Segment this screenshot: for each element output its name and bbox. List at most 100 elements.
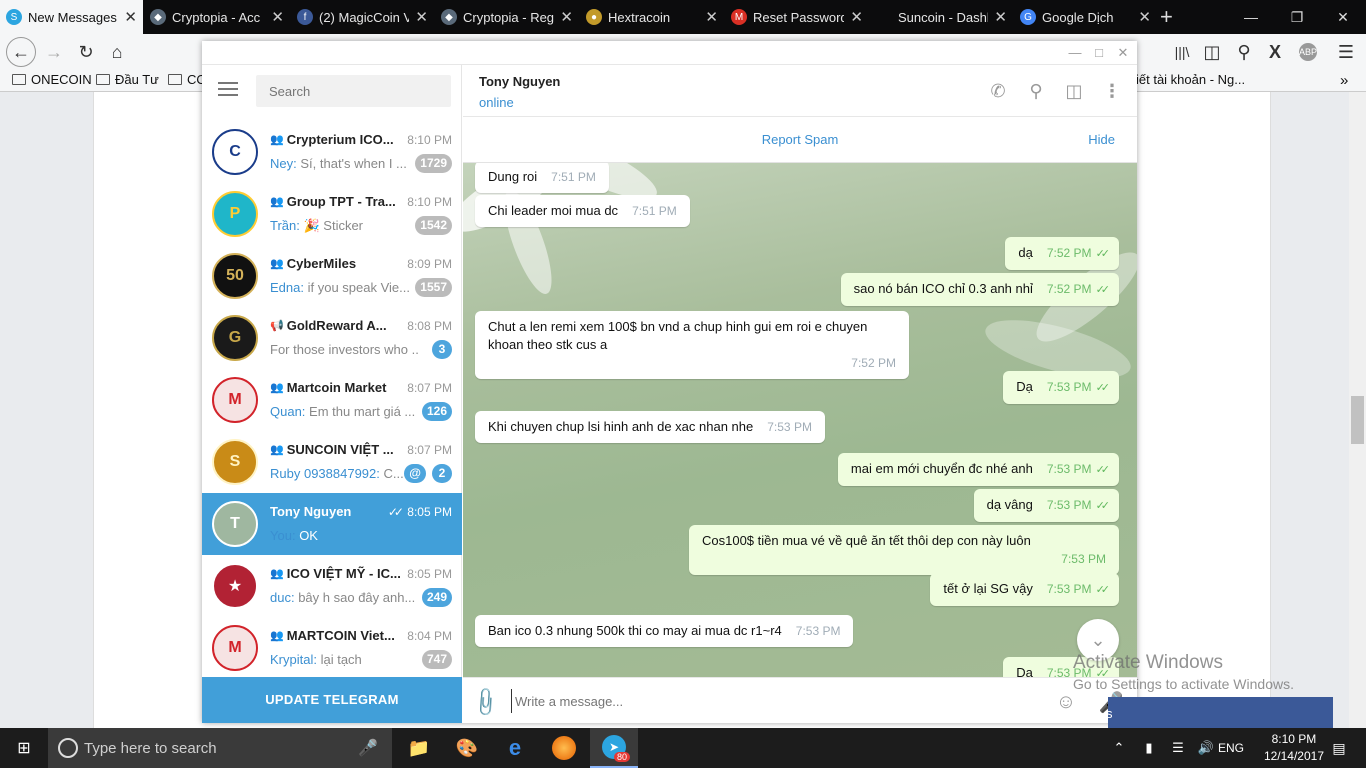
browser-tab[interactable]: M Reset Password ✕ [725, 0, 869, 34]
notifications-icon[interactable]: ▤ [1322, 728, 1356, 768]
wifi-icon[interactable]: ☰ [1164, 728, 1192, 768]
message-bubble[interactable]: Khi chuyen chup lsi hinh anh de xac nhan… [475, 411, 825, 443]
chat-list-item[interactable]: M 👥 MARTCOIN Viet... 8:04 PM Krypital: lại t… [202, 617, 462, 679]
chat-list-item[interactable]: C 👥 Crypterium ICO... 8:10 PM Ney: Sí, that'… [202, 121, 462, 183]
paint-icon[interactable]: 🎨 [443, 728, 491, 768]
tab-close-icon[interactable]: ✕ [994, 8, 1007, 26]
microphone-icon[interactable]: 🎤 [358, 738, 378, 758]
chat-list-item[interactable]: T Tony Nguyen ✓✓ 8:05 PM You: OK [202, 493, 462, 555]
message-bubble[interactable]: Cos100$ tiền mua vé về quê ăn tết thôi d… [689, 525, 1119, 575]
chat-time: 8:09 PM [407, 257, 452, 271]
chat-name-text: CyberMiles [286, 256, 357, 271]
bookmark-dau-tu[interactable]: Đầu Tư [96, 72, 159, 87]
show-hidden-icons[interactable]: ⌃ [1105, 728, 1133, 768]
chat-sender: Ruby 0938847992: [270, 466, 380, 481]
attach-icon[interactable]: 📎 [468, 684, 505, 721]
peer-name[interactable]: Tony Nguyen [479, 74, 560, 89]
bookmark-right[interactable]: iết tài khoản - Ng... [1136, 72, 1245, 87]
chat-list-item[interactable]: G 📢 GoldReward A... 8:08 PM For those invest… [202, 307, 462, 369]
page-button[interactable]: s [1106, 697, 1333, 728]
minimize-icon[interactable]: — [1228, 0, 1274, 34]
message-bubble[interactable]: tết ở lại SG vậy 7:53 PM ✓✓ [930, 573, 1119, 606]
message-bubble[interactable]: Chut a len remi xem 100$ bn vnd a chup h… [475, 311, 909, 379]
tg-minimize-icon[interactable]: — [1063, 43, 1087, 63]
message-bubble[interactable]: dạ 7:52 PM ✓✓ [1005, 237, 1119, 270]
chat-list-item[interactable]: S 👥 SUNCOIN VIỆT ... 8:07 PM Ruby 0938847992… [202, 431, 462, 493]
chat-sender: Edna: [270, 280, 304, 295]
new-tab-button[interactable]: + [1160, 4, 1173, 30]
menu-icon[interactable]: ☰ [1332, 38, 1360, 66]
tab-close-icon[interactable]: ✕ [1138, 8, 1151, 26]
message-bubble[interactable]: dạ vâng 7:53 PM ✓✓ [973, 489, 1119, 522]
close-icon[interactable]: ✕ [1320, 0, 1366, 34]
tab-close-icon[interactable]: ✕ [415, 8, 428, 26]
message-bubble[interactable]: Dung roi 7:51 PM [475, 161, 609, 193]
folder-icon [12, 74, 26, 85]
browser-tab[interactable]: G Google Dịch ✕ [1014, 0, 1157, 34]
browser-tab[interactable]: S New Messages... ✕ [0, 0, 143, 34]
battery-icon[interactable]: ▮ [1135, 728, 1163, 768]
chat-preview: Ruby 0938847992: C... [270, 466, 420, 481]
bookmark-co[interactable]: CO [168, 72, 207, 87]
page-scrollbar-thumb[interactable] [1351, 396, 1364, 444]
message-bubble[interactable]: Ban ico 0.3 nhung 500k thi co may ai mua… [475, 615, 854, 647]
tab-close-icon[interactable]: ✕ [271, 8, 284, 26]
browser-tab[interactable]: ◆ Cryptopia - Acc ✕ [144, 0, 290, 34]
home-icon[interactable]: ⌂ [103, 38, 131, 66]
language-indicator[interactable]: ENG [1216, 728, 1246, 768]
message-bubble[interactable]: Chi leader moi mua dc 7:51 PM [475, 195, 690, 227]
sidebar-icon[interactable]: ◫ [1198, 38, 1226, 66]
group-icon: 👥 [270, 444, 284, 456]
info-panel-icon[interactable]: ◫ [1062, 79, 1086, 103]
bookmark-onecoin[interactable]: ONECOIN [12, 72, 92, 87]
tab-close-icon[interactable]: ✕ [124, 8, 137, 26]
back-icon[interactable]: ← [6, 37, 36, 67]
unread-badge: 3 [432, 340, 452, 359]
tab-close-icon[interactable]: ✕ [850, 8, 863, 26]
tg-close-icon[interactable]: ✕ [1111, 43, 1135, 63]
system-clock[interactable]: 8:10 PM 12/14/2017 [1264, 731, 1324, 765]
emoji-icon[interactable]: ☺ [1053, 689, 1079, 715]
hide-link[interactable]: Hide [1088, 132, 1115, 147]
firefox-icon[interactable] [540, 728, 588, 768]
update-telegram-button[interactable]: UPDATE TELEGRAM [202, 677, 462, 723]
taskbar-search[interactable]: Type here to search 🎤 [48, 728, 392, 768]
library-icon[interactable]: |||\ [1168, 38, 1196, 66]
report-spam-bar: Report Spam Hide [463, 117, 1137, 163]
telegram-taskbar-icon[interactable]: ➤ 80 [590, 728, 638, 768]
chat-avatar: P [212, 191, 258, 237]
extension-x-icon[interactable]: X [1261, 38, 1289, 66]
message-bubble[interactable]: Dạ 7:53 PM ✓✓ [1003, 371, 1119, 404]
windows-start-icon[interactable]: ⊞ [0, 728, 48, 768]
phone-icon[interactable]: ✆ [986, 79, 1010, 103]
clock-time: 8:10 PM [1271, 732, 1317, 746]
search-icon[interactable]: ⚲ [1024, 79, 1048, 103]
tab-close-icon[interactable]: ✕ [560, 8, 573, 26]
reload-icon[interactable]: ↻ [72, 38, 100, 66]
hamburger-menu-icon[interactable] [218, 82, 238, 96]
chat-list-item[interactable]: 50 👥 CyberMiles 8:09 PM Edna: if you speak V… [202, 245, 462, 307]
chat-list-item[interactable]: M 👥 Martcoin Market 8:07 PM Quan: Em thu mar… [202, 369, 462, 431]
browser-tab[interactable]: ◆ Cryptopia - Reg ✕ [435, 0, 579, 34]
restore-icon[interactable]: ❐ [1274, 0, 1320, 34]
search-icon[interactable]: ⚲ [1230, 38, 1258, 66]
browser-tab[interactable]: ● Hextracoin ✕ [580, 0, 724, 34]
message-bubble[interactable]: sao nó bán ICO chỉ 0.3 anh nhỉ 7:52 PM ✓✓ [840, 273, 1119, 306]
edge-icon[interactable]: e [491, 728, 539, 768]
adblock-icon[interactable]: ABP [1294, 38, 1322, 66]
browser-tab[interactable]: Suncoin - Dashboar ✕ [870, 0, 1013, 34]
report-spam-link[interactable]: Report Spam [463, 132, 1137, 147]
message-input[interactable] [511, 689, 1031, 713]
chat-name: 👥 CyberMiles [270, 256, 400, 271]
browser-tab[interactable]: f (2) MagicCoin V ✕ [291, 0, 434, 34]
chat-list-item[interactable]: P 👥 Group TPT - Tra... 8:10 PM Trần: 🎉 Stick… [202, 183, 462, 245]
more-bookmarks-icon[interactable]: » [1340, 72, 1348, 89]
message-bubble[interactable]: mai em mới chuyển đc nhé anh 7:53 PM ✓✓ [837, 453, 1119, 486]
forward-icon[interactable]: → [40, 38, 68, 66]
tg-maximize-icon[interactable]: □ [1087, 43, 1111, 63]
more-options-icon[interactable]: ⋮ [1100, 79, 1124, 103]
file-explorer-icon[interactable]: 📁 [395, 728, 443, 768]
tab-close-icon[interactable]: ✕ [705, 8, 718, 26]
chat-list-item[interactable]: ★ 👥 ICO VIỆT MỸ - IC... 8:05 PM duc: bây h s… [202, 555, 462, 617]
search-input[interactable] [256, 75, 451, 107]
